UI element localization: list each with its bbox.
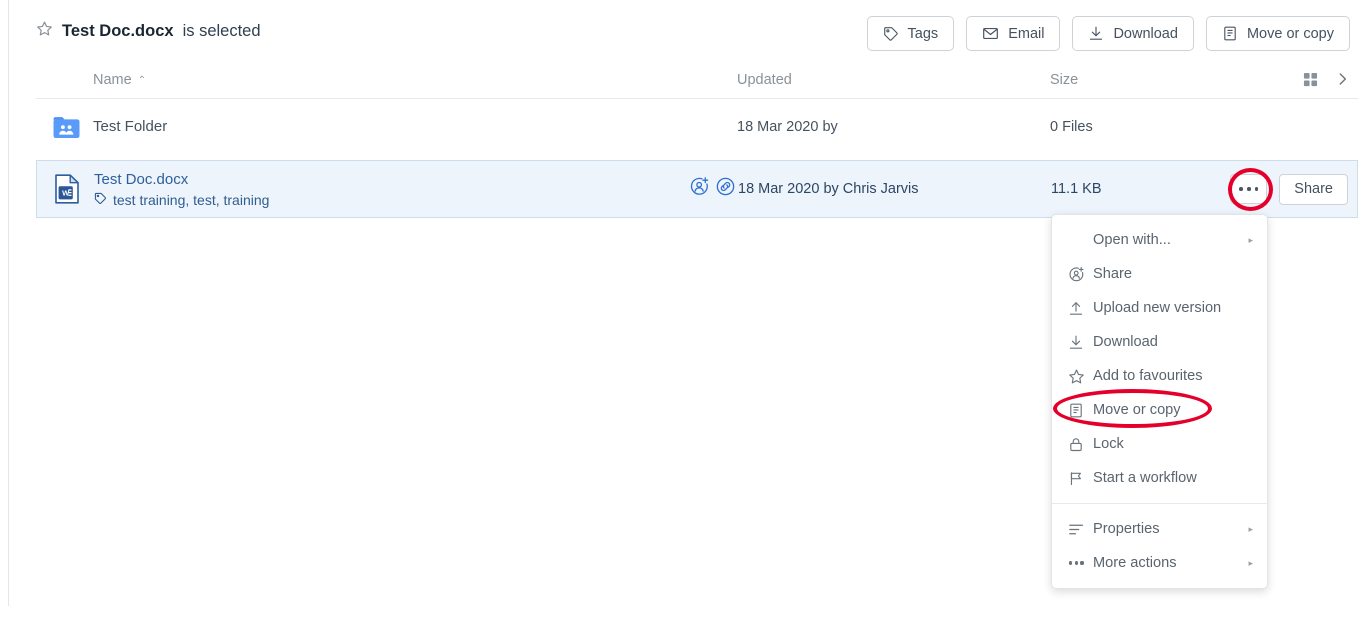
dot: [1069, 561, 1073, 565]
menu-item-label: Move or copy: [1093, 402, 1181, 418]
move-or-copy-button[interactable]: Move or copy: [1205, 16, 1350, 51]
menu-item-add-to-favourites[interactable]: Add to favourites: [1052, 359, 1267, 393]
file-browser-page: Test Doc.docx is selected Tags Email Dow…: [0, 0, 1366, 618]
menu-item-label: More actions: [1093, 555, 1177, 571]
download-button[interactable]: Download: [1072, 16, 1194, 51]
copy-icon: [1068, 402, 1093, 419]
tag-icon: [883, 26, 899, 42]
selected-file-name: Test Doc.docx: [62, 21, 174, 40]
row-size-cell: 11.1 KB: [1051, 181, 1102, 197]
selected-suffix-text: is selected: [182, 21, 261, 40]
menu-item-label: Start a workflow: [1093, 470, 1197, 486]
view-controls: [1303, 70, 1350, 93]
file-name-link[interactable]: Test Doc.docx: [94, 170, 269, 189]
selection-title: Test Doc.docx is selected: [36, 20, 261, 42]
menu-item-properties[interactable]: Properties ▸: [1052, 512, 1267, 546]
menu-item-label: Properties: [1093, 521, 1160, 537]
column-header-updated[interactable]: Updated: [737, 72, 792, 88]
row-status-icons: [689, 176, 736, 202]
flag-icon: [1068, 470, 1093, 487]
list-lines-icon: [1068, 522, 1093, 537]
star-outline-icon[interactable]: [36, 20, 53, 42]
column-header-size-label: Size: [1050, 72, 1079, 88]
menu-item-open-with[interactable]: Open with... ▸: [1052, 223, 1267, 257]
shared-link-icon[interactable]: [715, 176, 736, 202]
copy-icon: [1222, 25, 1238, 42]
dot: [1239, 187, 1243, 191]
dot: [1254, 187, 1259, 191]
column-header-name[interactable]: Name ⌃: [93, 72, 146, 88]
chevron-right-icon: ▸: [1248, 557, 1253, 568]
tags-button-label: Tags: [907, 25, 939, 42]
menu-item-label: Open with...: [1093, 232, 1171, 248]
email-button[interactable]: Email: [966, 16, 1061, 51]
download-button-label: Download: [1113, 25, 1178, 42]
row-updated-cell: 18 Mar 2020 by Chris Jarvis: [738, 181, 919, 197]
row-action-buttons: Share: [1230, 173, 1348, 205]
email-button-label: Email: [1008, 25, 1045, 42]
table-row[interactable]: Test Folder 18 Mar 2020 by 0 Files: [36, 99, 1358, 155]
menu-item-label: Lock: [1093, 436, 1124, 452]
move-or-copy-button-label: Move or copy: [1246, 25, 1334, 42]
menu-item-label: Share: [1093, 266, 1132, 282]
menu-item-upload-new-version[interactable]: Upload new version: [1052, 291, 1267, 325]
file-tags-label: test training, test, training: [113, 191, 270, 208]
download-icon: [1068, 334, 1093, 351]
star-outline-icon: [1068, 368, 1093, 385]
header-action-buttons: Tags Email Download Move or copy: [866, 16, 1350, 51]
tag-icon: [94, 192, 107, 209]
share-person-add-icon: [1068, 266, 1093, 283]
upload-icon: [1068, 300, 1093, 317]
envelope-icon: [982, 25, 999, 42]
column-header-size[interactable]: Size: [1050, 72, 1078, 88]
column-header-name-label: Name: [93, 72, 132, 88]
folder-name-link[interactable]: Test Folder: [93, 118, 167, 135]
ellipsis-icon: [1068, 561, 1093, 565]
row-name-cell: Test Folder: [93, 118, 167, 136]
dot: [1247, 187, 1251, 191]
lock-icon: [1068, 436, 1093, 453]
menu-item-label: Add to favourites: [1093, 368, 1203, 384]
download-icon: [1088, 25, 1104, 42]
word-doc-icon: W: [50, 174, 84, 204]
chevron-right-icon[interactable]: [1335, 70, 1350, 93]
share-person-add-icon[interactable]: [689, 176, 710, 202]
chevron-right-icon: ▸: [1248, 234, 1253, 245]
dot: [1074, 561, 1078, 565]
menu-item-label: Upload new version: [1093, 300, 1222, 316]
grid-view-icon[interactable]: [1303, 72, 1318, 92]
selection-header: Test Doc.docx is selected Tags Email Dow…: [36, 0, 1358, 66]
chevron-right-icon: ▸: [1248, 523, 1253, 534]
row-updated-cell: 18 Mar 2020 by: [737, 119, 838, 135]
menu-item-lock[interactable]: Lock: [1052, 427, 1267, 461]
menu-item-move-or-copy[interactable]: Move or copy: [1052, 393, 1267, 427]
dot: [1080, 561, 1084, 565]
menu-item-start-a-workflow[interactable]: Start a workflow: [1052, 461, 1267, 495]
row-name-cell: Test Doc.docx test training, test, train…: [94, 170, 269, 209]
file-tags[interactable]: test training, test, training: [94, 192, 269, 209]
share-button[interactable]: Share: [1279, 173, 1348, 205]
table-row-selected[interactable]: W Test Doc.docx test training, test, tra…: [36, 160, 1358, 218]
column-header-updated-label: Updated: [737, 72, 792, 88]
menu-item-more-actions[interactable]: More actions ▸: [1052, 546, 1267, 580]
shared-folder-icon: [49, 115, 83, 140]
menu-divider: [1052, 503, 1267, 504]
sort-ascending-caret-icon: ⌃: [137, 75, 147, 86]
tags-button[interactable]: Tags: [866, 16, 955, 51]
more-actions-icon[interactable]: [1230, 174, 1268, 204]
content-left-divider: [8, 0, 9, 606]
menu-item-download[interactable]: Download: [1052, 325, 1267, 359]
menu-item-share[interactable]: Share: [1052, 257, 1267, 291]
context-menu: Open with... ▸ Share Upload new version …: [1051, 214, 1268, 589]
row-size-cell: 0 Files: [1050, 119, 1093, 135]
table-column-header: Name ⌃ Updated Size: [36, 66, 1358, 99]
menu-item-label: Download: [1093, 334, 1158, 350]
